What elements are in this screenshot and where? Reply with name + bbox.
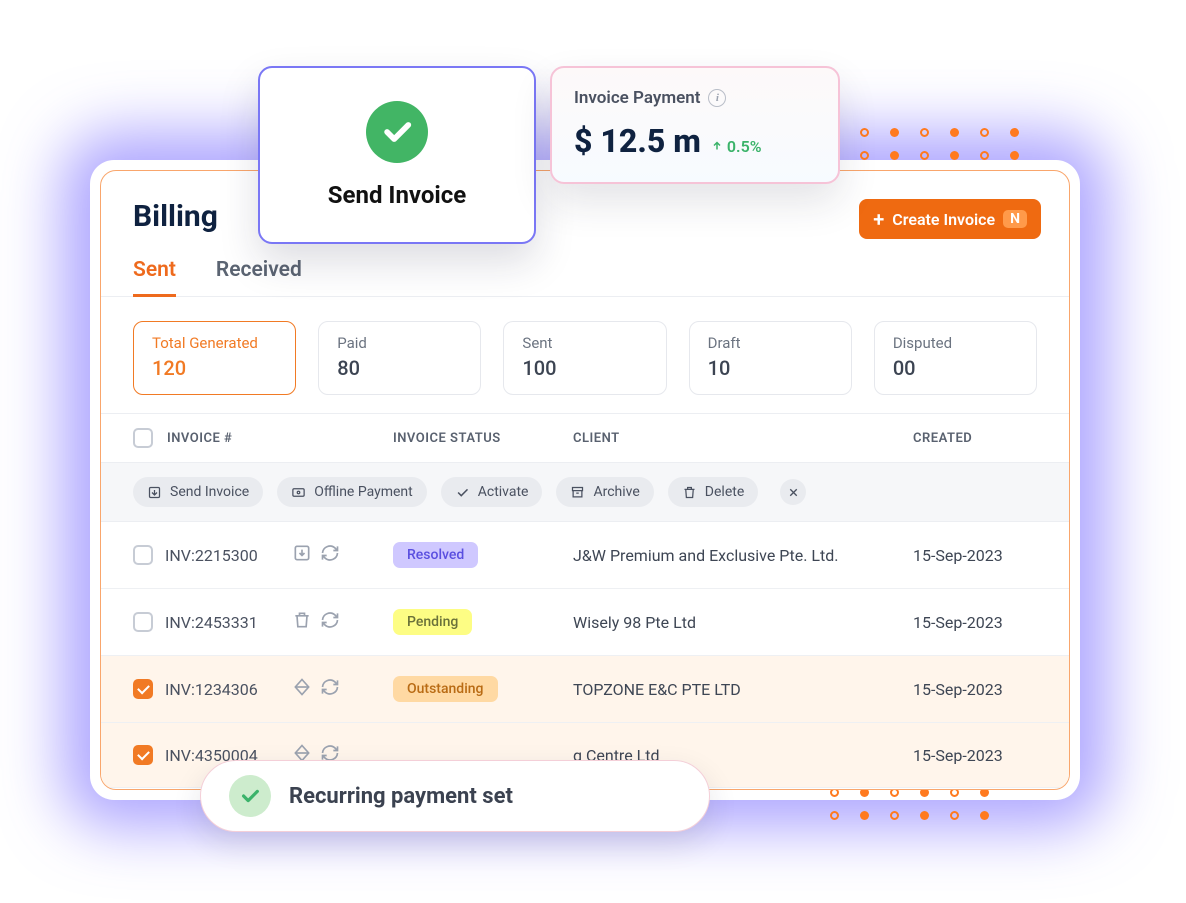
stat-value: 00 (893, 356, 1018, 380)
stat-value: 120 (152, 356, 277, 380)
kpi-value: $ 12.5 m (574, 122, 701, 160)
recur-icon[interactable] (320, 677, 340, 701)
arrow-up-icon (711, 140, 723, 152)
send-invoice-card[interactable]: Send Invoice (258, 66, 536, 244)
send-icon (147, 485, 162, 500)
stat-card-total-generated[interactable]: Total Generated 120 (133, 321, 296, 395)
toast-recurring-payment: Recurring payment set (200, 760, 710, 832)
wallet-icon (291, 485, 306, 500)
status-badge: Resolved (393, 542, 478, 568)
created-date: 15-Sep-2023 (913, 680, 1037, 699)
row-checkbox[interactable] (133, 612, 153, 632)
stat-card-disputed[interactable]: Disputed 00 (874, 321, 1037, 395)
success-check-icon (229, 775, 271, 817)
stat-value: 80 (337, 356, 462, 380)
close-action-bar[interactable] (780, 479, 806, 505)
create-invoice-label: Create Invoice (892, 210, 995, 229)
diamond-icon[interactable] (292, 677, 312, 701)
stat-label: Total Generated (152, 334, 277, 352)
client-name: J&W Premium and Exclusive Pte. Ltd. (573, 546, 913, 565)
action-send-invoice[interactable]: Send Invoice (133, 477, 263, 507)
col-invoice: INVOICE # (167, 431, 232, 446)
stat-cards: Total Generated 120 Paid 80 Sent 100 Draft 10 Di… (101, 297, 1069, 413)
col-status: INVOICE STATUS (393, 431, 573, 446)
created-date: 15-Sep-2023 (913, 746, 1037, 765)
success-check-icon (366, 101, 428, 163)
table-header: INVOICE # INVOICE STATUS CLIENT CREATED (101, 413, 1069, 463)
row-checkbox[interactable] (133, 679, 153, 699)
archive-in-icon[interactable] (292, 543, 312, 567)
table-row[interactable]: INV:2453331 Pending Wisely 98 Pte Ltd15-Se… (101, 589, 1069, 656)
stat-label: Disputed (893, 334, 1018, 352)
stat-value: 10 (708, 356, 833, 380)
status-badge: Pending (393, 609, 472, 635)
kpi-delta: 0.5% (711, 137, 762, 156)
invoice-number: INV:1234306 (165, 680, 280, 699)
check-icon (455, 485, 470, 500)
action-activate[interactable]: Activate (441, 477, 543, 507)
stat-card-paid[interactable]: Paid 80 (318, 321, 481, 395)
invoice-number: INV:2453331 (165, 613, 280, 632)
create-invoice-button[interactable]: + Create Invoice N (859, 199, 1041, 239)
stat-label: Paid (337, 334, 462, 352)
col-created: CREATED (913, 431, 1037, 446)
stat-card-draft[interactable]: Draft 10 (689, 321, 852, 395)
plus-icon: + (873, 209, 884, 229)
select-all-checkbox[interactable] (133, 428, 153, 448)
recur-icon[interactable] (320, 610, 340, 634)
stat-card-sent[interactable]: Sent 100 (503, 321, 666, 395)
stat-label: Draft (708, 334, 833, 352)
stat-value: 100 (522, 356, 647, 380)
tabs: Sent Received (101, 248, 1069, 297)
action-archive[interactable]: Archive (556, 477, 653, 507)
col-client: CLIENT (573, 431, 913, 446)
row-checkbox[interactable] (133, 745, 153, 765)
action-delete[interactable]: Delete (668, 477, 758, 507)
tab-sent[interactable]: Sent (133, 248, 176, 297)
created-date: 15-Sep-2023 (913, 613, 1037, 632)
trash-icon (682, 485, 697, 500)
client-name: TOPZONE E&C PTE LTD (573, 680, 913, 699)
info-icon[interactable]: i (708, 89, 726, 107)
recur-icon[interactable] (320, 543, 340, 567)
new-badge: N (1003, 210, 1027, 228)
toast-text: Recurring payment set (289, 784, 513, 809)
invoice-number: INV:2215300 (165, 546, 280, 565)
invoice-payment-kpi-card: Invoice Payment i $ 12.5 m 0.5% (550, 66, 840, 184)
created-date: 15-Sep-2023 (913, 546, 1037, 565)
send-invoice-label: Send Invoice (328, 181, 466, 209)
decorative-dots (860, 128, 1020, 160)
row-checkbox[interactable] (133, 545, 153, 565)
stat-label: Sent (522, 334, 647, 352)
table-row[interactable]: INV:1234306 Outstanding TOPZONE E&C PTE LT… (101, 656, 1069, 723)
table-row[interactable]: INV:2215300 Resolved J&W Premium and Exclu… (101, 522, 1069, 589)
status-badge: Outstanding (393, 676, 498, 702)
trash-icon[interactable] (292, 610, 312, 634)
archive-icon (570, 485, 585, 500)
action-offline-payment[interactable]: Offline Payment (277, 477, 427, 507)
close-icon (787, 486, 800, 499)
client-name: Wisely 98 Pte Ltd (573, 613, 913, 632)
tab-received[interactable]: Received (216, 248, 302, 297)
bulk-action-bar: Send Invoice Offline Payment Activate Ar… (101, 463, 1069, 522)
kpi-title: Invoice Payment (574, 88, 700, 108)
billing-panel: Billing + Create Invoice N Sent Received… (100, 170, 1070, 790)
decorative-dots (830, 788, 990, 820)
